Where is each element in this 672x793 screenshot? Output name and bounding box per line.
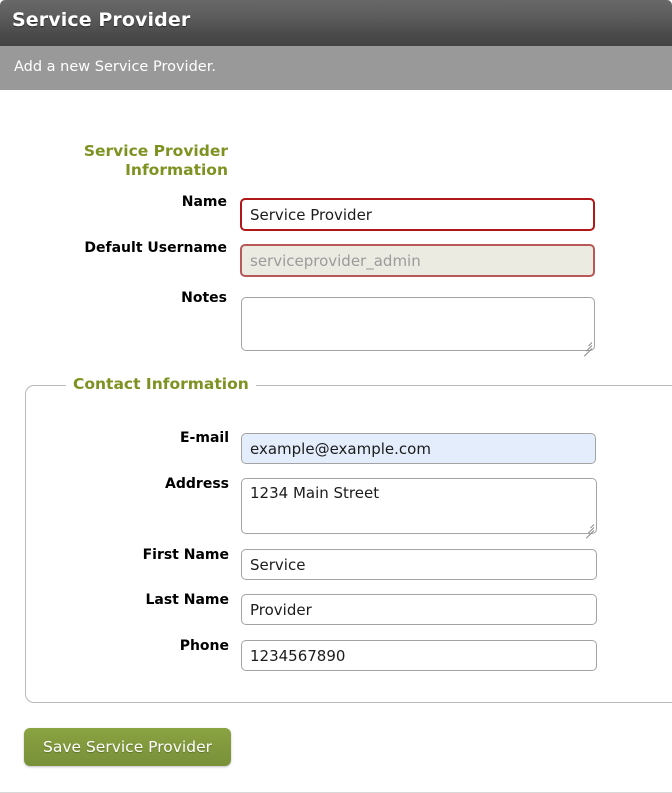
label-address: Address (165, 476, 229, 492)
label-phone: Phone (179, 638, 229, 654)
label-last-name: Last Name (145, 592, 229, 608)
fieldset-legend-contact-information: Contact Information (66, 375, 256, 393)
address-textarea[interactable]: 1234 Main Street (241, 478, 597, 534)
label-notes: Notes (181, 290, 227, 306)
service-provider-form: Service Provider Information Name Defaul… (0, 90, 672, 793)
label-name: Name (181, 194, 227, 210)
page-subtitle: Add a new Service Provider. (14, 59, 216, 75)
label-first-name: First Name (142, 547, 229, 563)
label-email: E-mail (179, 430, 229, 446)
page-header-bar: Service Provider (0, 0, 672, 46)
label-default-username: Default Username (84, 240, 227, 256)
email-input[interactable] (241, 433, 596, 464)
name-input[interactable] (240, 198, 595, 231)
first-name-input[interactable] (241, 549, 597, 580)
phone-input[interactable] (241, 640, 597, 671)
default-username-input (240, 244, 595, 277)
section-heading-provider-information: Service Provider Information (83, 142, 228, 179)
save-service-provider-button[interactable]: Save Service Provider (24, 728, 231, 766)
last-name-input[interactable] (241, 594, 597, 625)
page-subheader-bar: Add a new Service Provider. (0, 46, 672, 90)
page-title: Service Provider (12, 9, 191, 31)
notes-textarea[interactable] (241, 297, 595, 351)
